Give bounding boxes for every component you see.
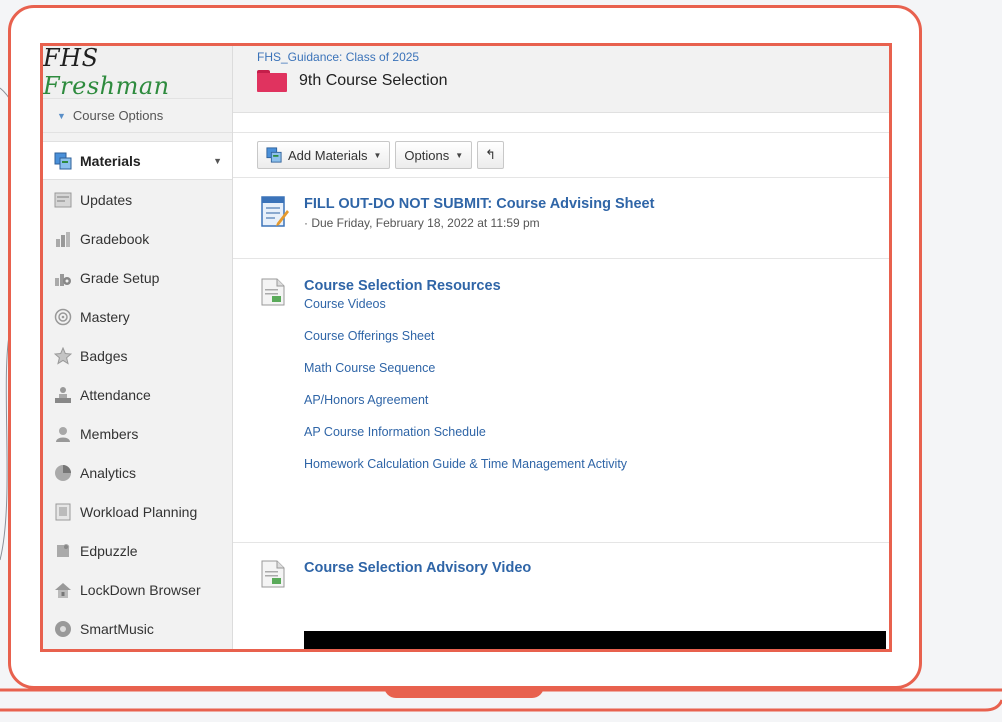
options-label: Options: [404, 147, 450, 163]
add-materials-label: Add Materials: [288, 147, 368, 163]
link-ap-schedule[interactable]: AP Course Information Schedule: [304, 425, 627, 439]
sidebar-item-label: Attendance: [80, 386, 151, 403]
sidebar-item-label: Analytics: [80, 464, 137, 481]
folder-icon: [257, 70, 287, 92]
sidebar-item-label: Edpuzzle: [80, 542, 138, 559]
materials-toolbar: Add Materials ▼ Options ▼ ↰: [233, 132, 889, 178]
page-title: 9th Course Selection: [299, 72, 448, 89]
sidebar-item-label: Workload Planning: [80, 503, 198, 520]
resources-text: Course Selection Resources Course Videos…: [304, 278, 627, 542]
attendance-icon: [53, 385, 73, 405]
sidebar-item-attendance[interactable]: Attendance: [43, 375, 232, 414]
course-logo[interactable]: FHS Freshman: [43, 44, 232, 100]
sidebar-item-edpuzzle[interactable]: Edpuzzle: [43, 531, 232, 570]
assignment-icon: [261, 196, 289, 258]
sidebar-item-badges[interactable]: Badges: [43, 336, 232, 375]
back-button[interactable]: ↰: [477, 141, 505, 169]
analytics-icon: [53, 463, 73, 483]
video-title[interactable]: Course Selection Advisory Video: [304, 560, 531, 623]
chevron-down-icon: ▼: [213, 155, 222, 166]
main-content: FHS_Guidance: Class of 2025 9th Course S…: [233, 46, 889, 649]
laptop-notch: [384, 686, 544, 698]
list-item-resources: Course Selection Resources Course Videos…: [233, 259, 889, 543]
sidebar-item-materials[interactable]: Materials ▼: [43, 141, 232, 180]
page-icon: [261, 278, 287, 542]
back-arrow-icon: ↰: [485, 147, 497, 162]
grade-setup-icon: [53, 268, 73, 288]
link-course-offerings[interactable]: Course Offerings Sheet: [304, 329, 627, 343]
chevron-down-icon: ▼: [373, 150, 382, 160]
list-item-assignment: FILL OUT-DO NOT SUBMIT: Course Advising …: [233, 178, 889, 259]
assignment-due-date: · Due Friday, February 18, 2022 at 11:59…: [304, 216, 540, 230]
screen: FHS Freshman ▼ Course Options Materials …: [40, 43, 892, 652]
sidebar: FHS Freshman ▼ Course Options Materials …: [43, 46, 233, 649]
page-icon: [261, 560, 287, 623]
sidebar-item-label: Mastery: [80, 308, 130, 325]
workload-planning-icon: [53, 502, 73, 522]
sidebar-nav: Materials ▼ Updates Gradebook Grade Setu…: [43, 141, 232, 648]
add-materials-button[interactable]: Add Materials ▼: [257, 141, 391, 169]
page-header: FHS_Guidance: Class of 2025 9th Course S…: [233, 46, 889, 113]
sidebar-item-label: Grade Setup: [80, 269, 160, 286]
sidebar-item-gradebook[interactable]: Gradebook: [43, 219, 232, 258]
sidebar-item-label: SmartMusic: [80, 620, 154, 637]
options-button[interactable]: Options ▼: [395, 141, 473, 169]
logo-text: FHS Freshman: [43, 44, 232, 100]
sidebar-item-grade-setup[interactable]: Grade Setup: [43, 258, 232, 297]
assignment-text: FILL OUT-DO NOT SUBMIT: Course Advising …: [304, 196, 654, 258]
list-item-video: Course Selection Advisory Video: [233, 543, 889, 623]
sidebar-item-analytics[interactable]: Analytics: [43, 453, 232, 492]
link-course-videos[interactable]: Course Videos: [304, 297, 627, 311]
link-math-sequence[interactable]: Math Course Sequence: [304, 361, 627, 375]
sidebar-item-lockdown-browser[interactable]: LockDown Browser: [43, 570, 232, 609]
sidebar-item-label: Members: [80, 425, 139, 442]
resources-links: Course Videos Course Offerings Sheet Mat…: [304, 297, 627, 471]
sidebar-item-label: Badges: [80, 347, 128, 364]
sidebar-item-label: Materials: [80, 152, 141, 169]
resources-title[interactable]: Course Selection Resources: [304, 278, 627, 294]
sidebar-item-updates[interactable]: Updates: [43, 180, 232, 219]
logo-accent: Freshman: [43, 72, 170, 100]
logo-primary: FHS: [43, 44, 99, 72]
video-player[interactable]: [304, 631, 886, 649]
sidebar-item-mastery[interactable]: Mastery: [43, 297, 232, 336]
mastery-icon: [53, 307, 73, 327]
sidebar-item-smartmusic[interactable]: SmartMusic: [43, 609, 232, 648]
add-materials-icon: [266, 147, 282, 163]
smartmusic-icon: [53, 619, 73, 639]
course-options-label: Course Options: [72, 108, 164, 123]
sidebar-item-label: Updates: [80, 191, 133, 208]
updates-icon: [53, 190, 73, 210]
link-ap-honors[interactable]: AP/Honors Agreement: [304, 393, 627, 407]
sidebar-item-label: Gradebook: [80, 230, 150, 247]
chevron-down-icon: ▼: [455, 150, 464, 160]
badges-icon: [53, 346, 73, 366]
edpuzzle-icon: [53, 541, 73, 561]
sidebar-item-members[interactable]: Members: [43, 414, 232, 453]
chevron-down-icon: ▼: [57, 110, 66, 121]
members-icon: [53, 424, 73, 444]
materials-icon: [53, 151, 73, 171]
course-options-menu[interactable]: ▼ Course Options: [43, 99, 232, 133]
sidebar-item-workload-planning[interactable]: Workload Planning: [43, 492, 232, 531]
assignment-title[interactable]: FILL OUT-DO NOT SUBMIT: Course Advising …: [304, 196, 654, 212]
lockdown-browser-icon: [53, 580, 73, 600]
breadcrumb[interactable]: FHS_Guidance: Class of 2025: [257, 50, 889, 64]
link-homework-guide[interactable]: Homework Calculation Guide & Time Manage…: [304, 457, 627, 471]
sidebar-item-label: LockDown Browser: [80, 581, 201, 598]
gradebook-icon: [53, 229, 73, 249]
title-row: 9th Course Selection: [257, 70, 889, 92]
